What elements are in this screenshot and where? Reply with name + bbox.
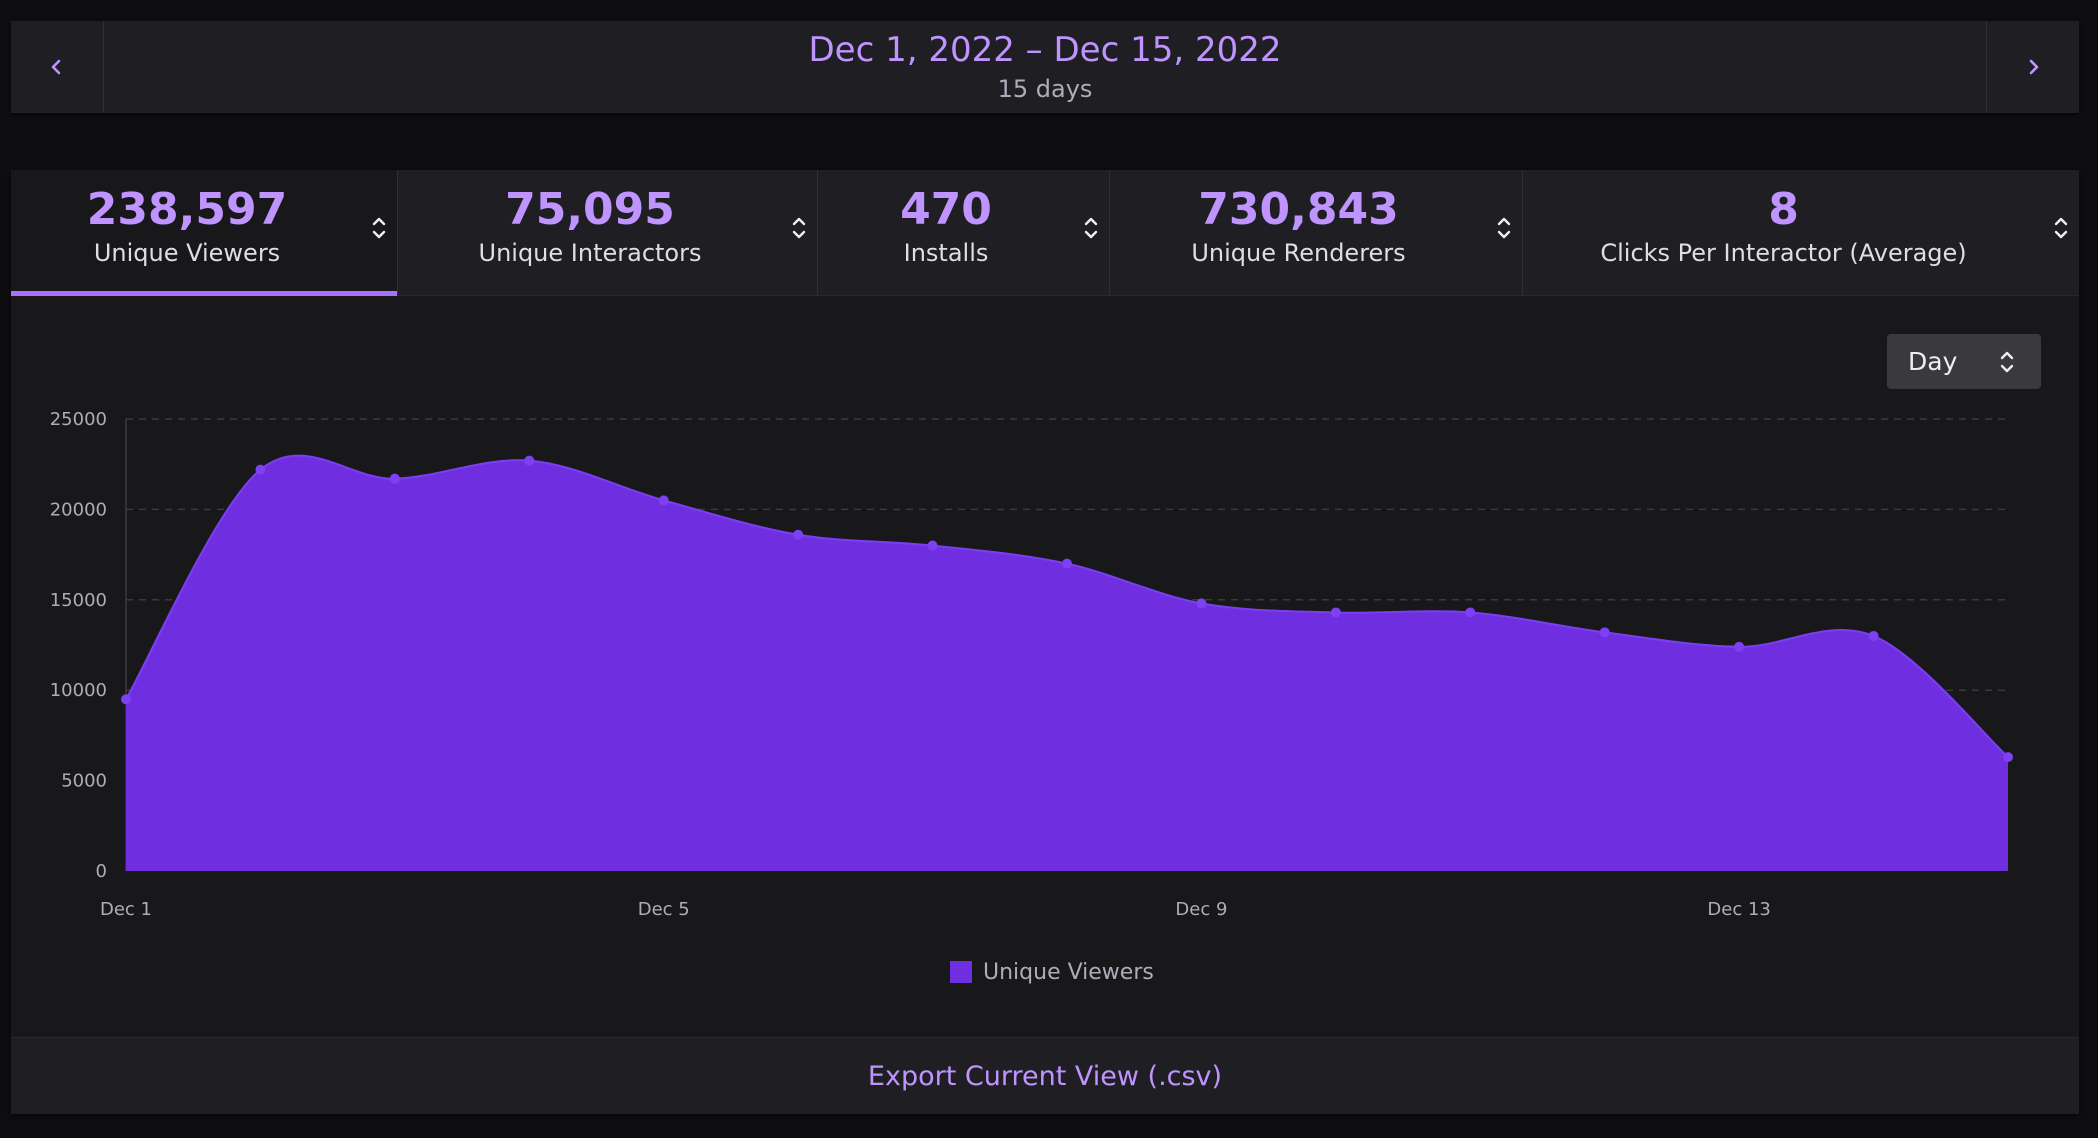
date-range-duration: 15 days xyxy=(997,75,1093,103)
unique-viewers-chart: 0 5000 10000 15000 20000 25000 Dec 1 Dec 5 Dec 9… xyxy=(50,409,2013,920)
data-point xyxy=(2003,752,2013,763)
chevron-right-icon xyxy=(2029,59,2039,75)
y-tick-label: 0 xyxy=(96,861,107,882)
data-point xyxy=(389,473,400,484)
data-point xyxy=(793,529,804,540)
y-tick-label: 20000 xyxy=(50,499,107,520)
x-tick-label: Dec 1 xyxy=(100,899,152,920)
previous-range-button[interactable] xyxy=(11,21,104,113)
y-tick-label: 25000 xyxy=(50,409,107,430)
data-point xyxy=(524,455,535,466)
data-point xyxy=(1868,630,1879,641)
data-point xyxy=(1599,627,1610,638)
data-point xyxy=(927,540,938,551)
legend-swatch xyxy=(950,961,972,983)
y-tick-label: 15000 xyxy=(50,590,107,611)
data-point xyxy=(1062,558,1072,569)
export-csv-button[interactable]: Export Current View (.csv) xyxy=(11,1037,2079,1114)
x-tick-label: Dec 9 xyxy=(1175,899,1227,920)
series-area-unique-viewers xyxy=(126,455,2008,871)
y-tick-label: 5000 xyxy=(61,771,107,792)
data-point xyxy=(1465,607,1476,618)
metrics-panel: 238,597 Unique Viewers 75,095 Unique Int… xyxy=(11,170,2079,1114)
y-tick-label: 10000 xyxy=(50,680,107,701)
data-point xyxy=(121,694,131,705)
next-range-button[interactable] xyxy=(1986,21,2079,113)
data-point xyxy=(1196,598,1207,609)
x-tick-label: Dec 5 xyxy=(638,899,690,920)
date-range-display: Dec 1, 2022 – Dec 15, 2022 15 days xyxy=(103,21,1987,113)
date-range-bar: Dec 1, 2022 – Dec 15, 2022 15 days xyxy=(11,21,2079,113)
data-point xyxy=(658,495,669,506)
x-tick-label: Dec 13 xyxy=(1707,899,1770,920)
data-point xyxy=(1734,641,1745,652)
legend-label: Unique Viewers xyxy=(983,959,1154,985)
chevron-left-icon xyxy=(51,59,61,75)
data-point xyxy=(1330,607,1341,618)
data-point xyxy=(255,464,266,475)
chart-legend[interactable]: Unique Viewers xyxy=(950,957,1154,987)
date-range-title: Dec 1, 2022 – Dec 15, 2022 xyxy=(808,30,1282,70)
